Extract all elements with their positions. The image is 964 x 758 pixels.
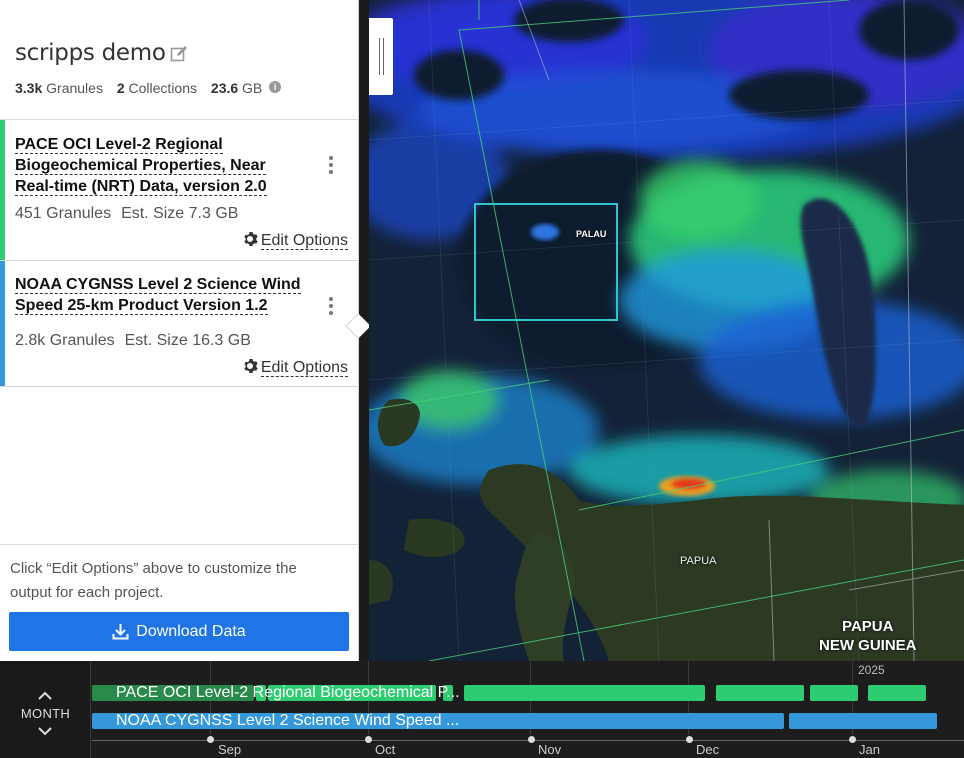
timeline-month-label: Dec xyxy=(696,742,720,757)
timeline-track-label: PACE OCI Level-2 Regional Biogeochemical… xyxy=(116,684,460,701)
edit-options-link[interactable]: Edit Options xyxy=(242,358,348,377)
timeline-month-label: Sep xyxy=(218,742,242,757)
collection-title[interactable]: NOAA CYGNSS Level 2 Science Wind Speed 2… xyxy=(15,274,305,316)
collection-size: Est. Size 7.3 GB xyxy=(121,205,239,222)
sidebar-collapse-handle[interactable] xyxy=(369,18,393,95)
timeline-granule-segment[interactable] xyxy=(810,685,858,701)
granules-count: 3.3k xyxy=(15,80,43,96)
timeline-granule-segment[interactable] xyxy=(868,685,926,701)
timeline-granule-segment[interactable] xyxy=(716,685,804,701)
project-header: scripps demo 3.3k Granules 2 Collections… xyxy=(0,0,358,120)
map-label-papua: PAPUA xyxy=(680,555,717,567)
timeline-granule-segment[interactable] xyxy=(464,685,705,701)
size-value: 23.6 xyxy=(210,80,239,96)
granules-label: Granules xyxy=(46,80,103,96)
timeline: MONTH 2025 PACE OCI Level-2 Regional Bio… xyxy=(0,661,964,758)
collection-meta: 451 Granules Est. Size 7.3 GB xyxy=(15,205,238,223)
collections-label: Collections xyxy=(128,80,198,96)
timeline-tracks[interactable]: 2025 PACE OCI Level-2 Regional Biogeoche… xyxy=(92,661,964,758)
timeline-tick xyxy=(686,736,693,743)
map-label-palau: PALAU xyxy=(576,229,607,239)
collection-granules: 451 Granules xyxy=(15,205,112,222)
project-summary: 3.3k Granules 2 Collections 23.6 GB i xyxy=(15,80,282,96)
timeline-month-label: Oct xyxy=(375,742,396,757)
collection-size: Est. Size 16.3 GB xyxy=(124,332,251,349)
collection-color-bar xyxy=(0,261,5,386)
timeline-zoom-control: MONTH xyxy=(0,661,91,758)
timeline-year-label: 2025 xyxy=(858,663,885,677)
download-icon xyxy=(112,624,129,640)
timeline-tick xyxy=(365,736,372,743)
gear-icon xyxy=(244,359,258,373)
timeline-month-label: Jan xyxy=(859,742,880,757)
edit-pencil-icon[interactable] xyxy=(170,45,188,63)
collection-color-bar xyxy=(0,120,5,260)
sidebar-footer: Click “Edit Options” above to customize … xyxy=(0,544,358,661)
more-options-icon[interactable] xyxy=(328,297,334,315)
timeline-tick xyxy=(207,736,214,743)
collection-meta: 2.8k Granules Est. Size 16.3 GB xyxy=(15,332,251,350)
timeline-tick xyxy=(849,736,856,743)
timeline-granule-segment[interactable] xyxy=(789,713,937,729)
download-data-label: Download Data xyxy=(136,622,246,640)
info-icon[interactable]: i xyxy=(269,81,282,93)
project-title: scripps demo xyxy=(15,40,166,66)
gear-icon xyxy=(244,232,258,246)
map-imagery xyxy=(369,0,964,661)
project-sidebar: scripps demo 3.3k Granules 2 Collections… xyxy=(0,0,359,661)
collection-item: NOAA CYGNSS Level 2 Science Wind Speed 2… xyxy=(0,261,358,387)
chevron-down-icon[interactable] xyxy=(37,726,53,736)
map-view[interactable]: PALAU PAPUA PAPUA NEW GUINEA xyxy=(369,0,964,661)
timeline-track-label: NOAA CYGNSS Level 2 Science Wind Speed .… xyxy=(116,712,460,729)
size-unit: GB xyxy=(242,80,263,96)
collection-granules: 2.8k Granules xyxy=(15,332,115,349)
timeline-month-label: Nov xyxy=(538,742,562,757)
collection-item: PACE OCI Level-2 Regional Biogeochemical… xyxy=(0,120,358,261)
map-label-papua-new-guinea: PAPUA NEW GUINEA xyxy=(819,618,917,654)
timeline-tick xyxy=(528,736,535,743)
download-data-button[interactable]: Download Data xyxy=(9,612,349,651)
collections-count: 2 xyxy=(116,80,125,96)
timeline-zoom-level: MONTH xyxy=(20,706,71,721)
collection-title[interactable]: PACE OCI Level-2 Regional Biogeochemical… xyxy=(15,134,305,197)
chevron-up-icon[interactable] xyxy=(37,691,53,701)
edit-options-link[interactable]: Edit Options xyxy=(242,231,348,250)
more-options-icon[interactable] xyxy=(328,156,334,174)
edit-options-hint: Click “Edit Options” above to customize … xyxy=(10,560,297,601)
